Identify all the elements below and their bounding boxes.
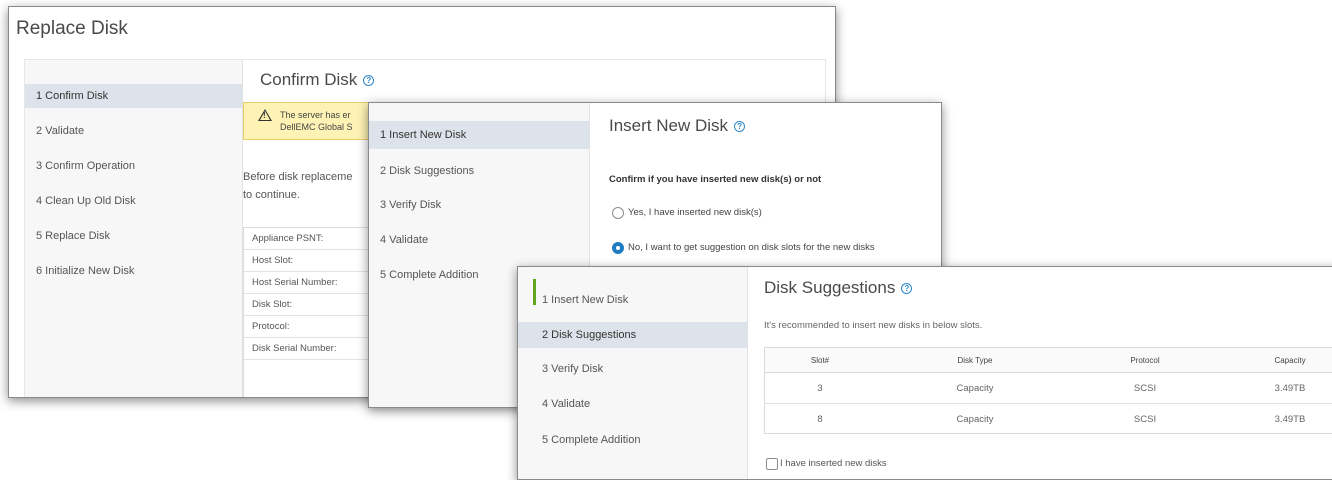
- table-cell: 8: [817, 413, 823, 425]
- step-disk-suggestions[interactable]: 2 Disk Suggestions: [518, 322, 747, 348]
- option-no-label[interactable]: No, I want to get suggestion on disk slo…: [628, 242, 875, 253]
- pane-title: Insert New Disk?: [609, 116, 746, 136]
- alert-line: DellEMC Global S: [280, 122, 353, 132]
- column-header[interactable]: Capacity: [1215, 348, 1332, 372]
- body-text: to continue.: [243, 189, 300, 201]
- step-insert-new-disk[interactable]: 1 Insert New Disk: [369, 121, 589, 149]
- table-cell: 3.49TB: [1274, 382, 1306, 394]
- pane-title: Disk Suggestions?: [764, 278, 913, 298]
- pane-title-text: Insert New Disk: [609, 116, 729, 135]
- step-validate[interactable]: 4 Validate: [518, 391, 747, 417]
- step-verify-disk[interactable]: 3 Verify Disk: [369, 191, 589, 219]
- description: It's recommended to insert new disks in …: [764, 320, 983, 331]
- step-validate[interactable]: 4 Validate: [369, 226, 589, 254]
- step-confirm-disk[interactable]: 1 Confirm Disk: [25, 84, 242, 108]
- table-cell: SCSI: [1133, 382, 1157, 394]
- radio-no[interactable]: [612, 242, 624, 254]
- pane-title-text: Confirm Disk: [260, 70, 358, 89]
- wizard-steps: 1 Confirm Disk 2 Validate 3 Confirm Oper…: [25, 60, 243, 397]
- step-confirm-operation[interactable]: 3 Confirm Operation: [25, 154, 242, 178]
- table-row[interactable]: 3 Capacity SCSI 3.49TB: [765, 373, 1332, 404]
- step-replace-disk[interactable]: 5 Replace Disk: [25, 224, 242, 248]
- suggestions-table: Slot# Disk Type Protocol Capacity 3 Capa…: [764, 347, 1332, 434]
- step-disk-suggestions[interactable]: 2 Disk Suggestions: [369, 157, 589, 185]
- option-yes-label[interactable]: Yes, I have inserted new disk(s): [628, 207, 762, 218]
- table-cell: Capacity: [956, 382, 994, 394]
- column-header[interactable]: Disk Type: [875, 348, 1075, 372]
- help-icon[interactable]: ?: [363, 75, 375, 86]
- help-icon[interactable]: ?: [901, 283, 913, 294]
- table-cell: SCSI: [1133, 413, 1157, 425]
- question-label: Confirm if you have inserted new disk(s)…: [609, 174, 822, 185]
- table-cell: 3: [817, 382, 823, 394]
- step-verify-disk[interactable]: 3 Verify Disk: [518, 356, 747, 382]
- column-header[interactable]: Slot#: [765, 348, 875, 372]
- table-row[interactable]: 8 Capacity SCSI 3.49TB: [765, 404, 1332, 434]
- table-header: Slot# Disk Type Protocol Capacity: [765, 348, 1332, 373]
- inserted-checkbox[interactable]: [766, 458, 778, 470]
- pane-title: Confirm Disk?: [260, 70, 375, 90]
- pane-title-text: Disk Suggestions: [764, 278, 896, 297]
- disk-suggestions-dialog: 1 Insert New Disk 2 Disk Suggestions 3 V…: [517, 266, 1332, 480]
- step-complete-addition[interactable]: 5 Complete Addition: [518, 427, 747, 453]
- radio-yes[interactable]: [612, 207, 624, 219]
- alert-line: The server has er: [280, 110, 351, 120]
- step-insert-new-disk[interactable]: 1 Insert New Disk: [518, 287, 747, 313]
- dialog-title: Replace Disk: [16, 18, 128, 39]
- help-icon[interactable]: ?: [734, 121, 746, 132]
- body-text: Before disk replaceme: [243, 171, 353, 183]
- step-clean-up-old-disk[interactable]: 4 Clean Up Old Disk: [25, 189, 242, 213]
- checkbox-label[interactable]: I have inserted new disks: [780, 458, 887, 469]
- wizard-steps: 1 Insert New Disk 2 Disk Suggestions 3 V…: [518, 267, 748, 479]
- step-validate[interactable]: 2 Validate: [25, 119, 242, 143]
- column-header[interactable]: Protocol: [1075, 348, 1215, 372]
- table-cell: 3.49TB: [1274, 413, 1306, 425]
- table-cell: Capacity: [956, 413, 994, 425]
- step-initialize-new-disk[interactable]: 6 Initialize New Disk: [25, 259, 242, 283]
